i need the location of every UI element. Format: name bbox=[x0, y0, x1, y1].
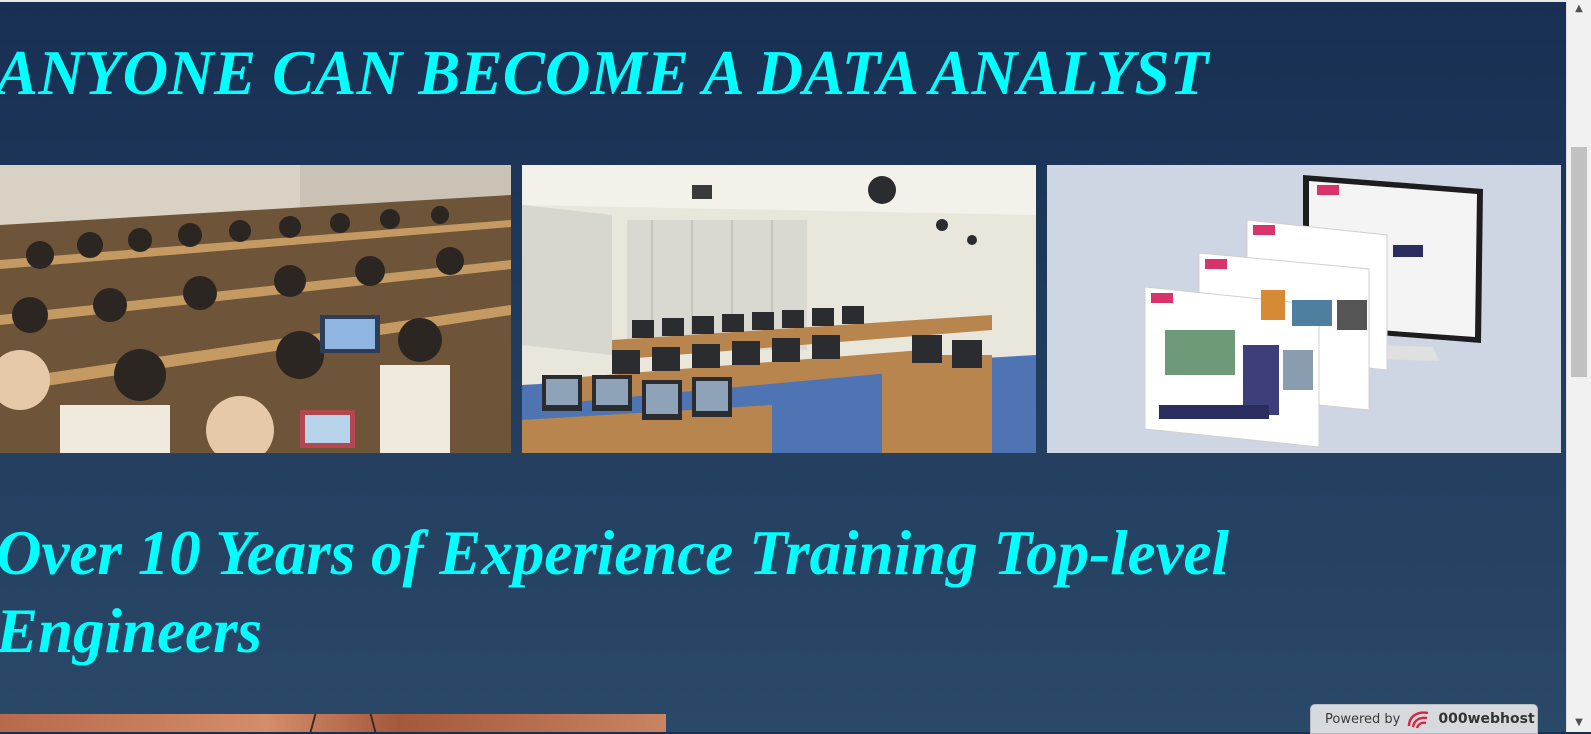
next-section-photo bbox=[0, 714, 666, 732]
computer-lab-photo bbox=[522, 165, 1036, 453]
brand-name: 000webhost bbox=[1438, 711, 1535, 727]
page-title: ANYONE CAN BECOME A DATA ANALYST bbox=[0, 38, 1209, 108]
scroll-thumb[interactable] bbox=[1571, 147, 1587, 377]
lecture-hall-photo bbox=[0, 165, 511, 453]
vertical-scrollbar[interactable]: ▲ ▼ bbox=[1566, 0, 1591, 732]
powered-by-badge[interactable]: Powered by 000webhost bbox=[1310, 704, 1538, 734]
website-screens-photo bbox=[1047, 165, 1561, 453]
powered-by-label: Powered by bbox=[1325, 711, 1401, 727]
section-heading: Over 10 Years of Experience Training Top… bbox=[0, 518, 1230, 666]
000webhost-logo-icon bbox=[1406, 708, 1432, 730]
scroll-up-arrow-icon[interactable]: ▲ bbox=[1567, 0, 1591, 18]
scroll-down-arrow-icon[interactable]: ▼ bbox=[1567, 714, 1591, 732]
page-content: ANYONE CAN BECOME A DATA ANALYST Over 10… bbox=[0, 0, 1566, 732]
